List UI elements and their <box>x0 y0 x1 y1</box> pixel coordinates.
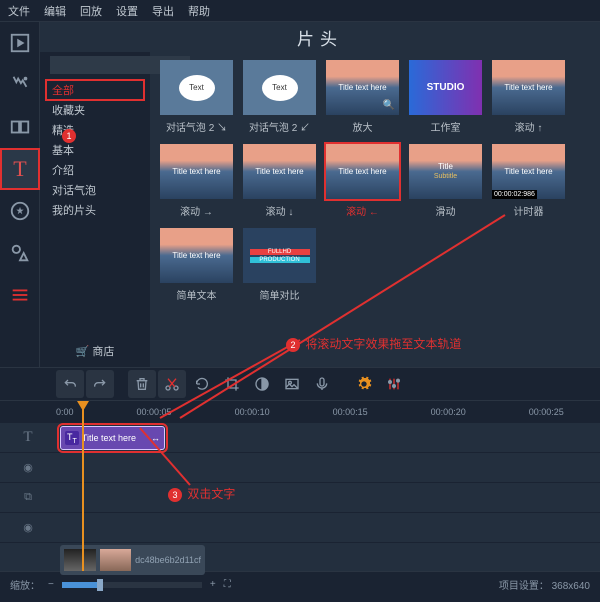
sidebar-transitions[interactable] <box>0 106 40 148</box>
ruler-tick: 00:00:05 <box>137 407 172 417</box>
category-item[interactable]: 精选 <box>46 120 144 140</box>
text-clip[interactable]: TT Title text here ↔ <box>60 426 165 450</box>
arrow-icon: ↔ <box>151 433 160 443</box>
text-icon: T <box>13 156 26 182</box>
menu-edit[interactable]: 编辑 <box>44 3 66 19</box>
redo-button[interactable] <box>86 370 114 398</box>
gallery-item-label: 滑动 <box>436 203 456 218</box>
gallery-item-label: 放大 <box>353 119 373 134</box>
text-track[interactable]: T TT Title text here ↔ <box>0 423 600 453</box>
overlay-icon: ⧉ <box>0 491 56 504</box>
sidebar-titles[interactable]: T <box>0 148 40 190</box>
gallery-item-label: 计时器 <box>514 203 544 218</box>
sidebar-more[interactable] <box>0 274 40 316</box>
category-item[interactable]: 我的片头 <box>46 200 144 220</box>
menu-file[interactable]: 文件 <box>8 3 30 19</box>
menu-play[interactable]: 回放 <box>80 3 102 19</box>
gallery-item-label: 简单文本 <box>177 287 217 302</box>
rotate-button[interactable] <box>188 370 216 398</box>
category-item[interactable]: 全部 <box>46 80 144 100</box>
ruler-tick: 00:00:10 <box>235 407 270 417</box>
gallery-item-label: 滚动 ↑ <box>515 119 543 134</box>
menubar: 文件 编辑 回放 设置 导出 帮助 <box>0 0 600 22</box>
ruler-tick: 00:00:15 <box>333 407 368 417</box>
menu-export[interactable]: 导出 <box>152 3 174 19</box>
gallery-item-label: 滚动 ← <box>346 203 379 218</box>
eye-icon: ◉ <box>0 521 56 534</box>
track-4[interactable]: ◉ <box>0 513 600 543</box>
zoom-label: 缩放： <box>10 577 40 592</box>
zoom-in-button[interactable]: + <box>210 579 216 590</box>
zoom-out-button[interactable]: − <box>48 579 54 590</box>
gallery-item-label: 对话气泡 2 ↘ <box>166 119 227 134</box>
crop-button[interactable] <box>218 370 246 398</box>
zoom-fit-button[interactable]: ⛶ <box>224 579 231 590</box>
playhead[interactable] <box>82 401 84 571</box>
undo-button[interactable] <box>56 370 84 398</box>
ruler-tick: 00:00:25 <box>529 407 564 417</box>
gallery-item-label: 工作室 <box>431 119 461 134</box>
video-thumb <box>64 549 96 571</box>
gallery-item-label: 滚动 ↓ <box>266 203 294 218</box>
gallery-item[interactable]: FULLHDPRODUCTION简单对比 <box>243 228 316 302</box>
sidebar: T <box>0 22 40 367</box>
timeline-tracks: T TT Title text here ↔ ◉ ⧉ ◉ dc48be6b2d1… <box>0 423 600 571</box>
project-settings[interactable]: 项目设置： 368x640 <box>499 577 590 592</box>
gallery-item[interactable]: Title text here滚动 → <box>160 144 233 218</box>
adjust-button[interactable] <box>380 370 408 398</box>
ruler-tick: 00:00:20 <box>431 407 466 417</box>
track-2[interactable]: ◉ <box>0 453 600 483</box>
category-item[interactable]: 收藏夹 <box>46 100 144 120</box>
settings-button[interactable] <box>350 370 378 398</box>
category-panel: × 全部收藏夹精选基本介绍对话气泡我的片头 🛒 商店 <box>40 52 150 367</box>
ruler-tick: 0:00 <box>56 407 74 417</box>
timeline-ruler[interactable]: 0:00 00:00:05 00:00:10 00:00:15 00:00:20 00:0… <box>0 401 600 423</box>
sidebar-shapes[interactable] <box>0 232 40 274</box>
video-track[interactable]: dc48be6b2d11cf <box>0 543 600 577</box>
image-button[interactable] <box>278 370 306 398</box>
panel-title: 片头 <box>40 22 600 52</box>
zoom-slider[interactable] <box>62 582 202 588</box>
gallery-item[interactable]: STUDIO工作室 <box>409 60 482 134</box>
video-thumb <box>100 549 132 571</box>
cut-button[interactable] <box>158 370 186 398</box>
text-track-icon: T <box>0 429 56 446</box>
menu-settings[interactable]: 设置 <box>116 3 138 19</box>
text-clip-icon: TT <box>65 431 79 446</box>
gallery-item-label: 滚动 → <box>180 203 213 218</box>
gallery-item[interactable]: Title text here🔍放大 <box>326 60 399 134</box>
gallery-item-label: 对话气泡 2 ↙ <box>249 119 310 134</box>
shop-button[interactable]: 🛒 商店 <box>40 335 150 367</box>
delete-button[interactable] <box>128 370 156 398</box>
menu-help[interactable]: 帮助 <box>188 3 210 19</box>
video-clip-label: dc48be6b2d11cf <box>135 555 201 565</box>
eye-icon: ◉ <box>0 461 56 474</box>
gallery-item[interactable]: Text对话气泡 2 ↘ <box>160 60 233 134</box>
gallery-item[interactable]: Text对话气泡 2 ↙ <box>243 60 316 134</box>
titles-gallery: Text对话气泡 2 ↘Text对话气泡 2 ↙Title text here🔍… <box>150 52 600 367</box>
text-clip-label: Title text here <box>82 433 136 443</box>
category-item[interactable]: 基本 <box>46 140 144 160</box>
gallery-item[interactable]: TitleSubtitle滑动 <box>409 144 482 218</box>
category-item[interactable]: 对话气泡 <box>46 180 144 200</box>
gallery-item[interactable]: Title text here00:00:02:986计时器 <box>492 144 565 218</box>
shop-label: 商店 <box>92 346 114 358</box>
timeline-toolbar <box>0 367 600 401</box>
color-button[interactable] <box>248 370 276 398</box>
sidebar-media[interactable] <box>0 22 40 64</box>
track-3[interactable]: ⧉ <box>0 483 600 513</box>
gallery-item[interactable]: Title text here滚动 ← <box>326 144 399 218</box>
gallery-item[interactable]: Title text here滚动 ↑ <box>492 60 565 134</box>
sidebar-stickers[interactable] <box>0 190 40 232</box>
gallery-item[interactable]: Title text here简单文本 <box>160 228 233 302</box>
gallery-item[interactable]: Title text here滚动 ↓ <box>243 144 316 218</box>
gallery-item-label: 简单对比 <box>260 287 300 302</box>
category-item[interactable]: 介绍 <box>46 160 144 180</box>
sidebar-filters[interactable] <box>0 64 40 106</box>
mic-button[interactable] <box>308 370 336 398</box>
